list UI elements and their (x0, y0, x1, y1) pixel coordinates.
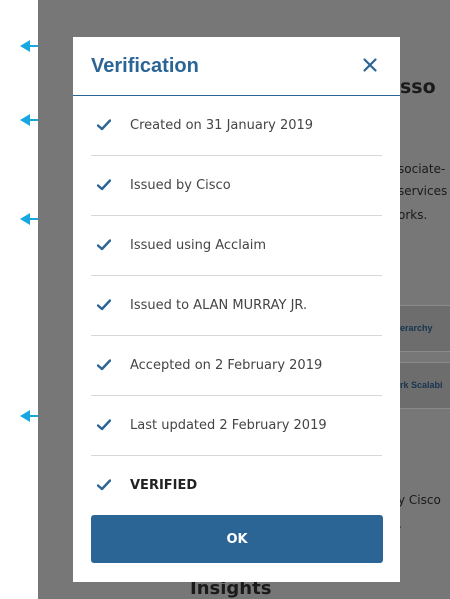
verification-modal: Verification Created on 31 January 2019 … (73, 37, 400, 582)
list-item-label: Last updated 2 February 2019 (130, 418, 327, 433)
checkmark-icon (97, 119, 111, 131)
background-text: y Cisco (398, 493, 441, 507)
verified-label: VERIFIED (130, 478, 198, 493)
modal-header: Verification (73, 37, 400, 96)
list-item-label: Issued to ALAN MURRAY JR. (130, 298, 308, 313)
checkmark-icon (97, 419, 111, 431)
list-item: Issued using Acclaim (91, 216, 382, 276)
list-item: Issued to ALAN MURRAY JR. (91, 276, 382, 336)
background-row-label: erarchy (400, 323, 433, 333)
close-button[interactable] (356, 51, 384, 79)
arrow-left-icon (20, 114, 38, 126)
background-title: sso (400, 76, 436, 98)
list-item: Created on 31 January 2019 (91, 96, 382, 156)
checkmark-icon (97, 179, 111, 191)
list-item-label: Issued by Cisco (130, 178, 231, 193)
arrow-left-icon (20, 410, 38, 422)
arrow-left-icon (20, 213, 38, 225)
background-row-label: rk Scalabi (400, 380, 443, 390)
close-icon (363, 58, 377, 72)
checkmark-icon (97, 239, 111, 251)
checkmark-icon (97, 359, 111, 371)
list-item: Issued by Cisco (91, 156, 382, 216)
arrow-left-icon (20, 40, 38, 52)
modal-title: Verification (91, 55, 199, 77)
checkmark-icon (97, 299, 111, 311)
background-text: sociate- (398, 162, 446, 176)
list-item: Last updated 2 February 2019 (91, 396, 382, 456)
list-item-label: Accepted on 2 February 2019 (130, 358, 323, 373)
left-margin (0, 0, 38, 599)
list-item-verified: VERIFIED (91, 456, 382, 515)
background-text: services (398, 184, 448, 198)
checkmark-icon (97, 479, 111, 491)
verification-list: Created on 31 January 2019 Issued by Cis… (91, 96, 382, 515)
list-item: Accepted on 2 February 2019 (91, 336, 382, 396)
list-item-label: Issued using Acclaim (130, 238, 267, 253)
background-text: orks. (398, 208, 428, 222)
list-item-label: Created on 31 January 2019 (130, 118, 314, 133)
ok-button[interactable]: OK (91, 515, 383, 563)
